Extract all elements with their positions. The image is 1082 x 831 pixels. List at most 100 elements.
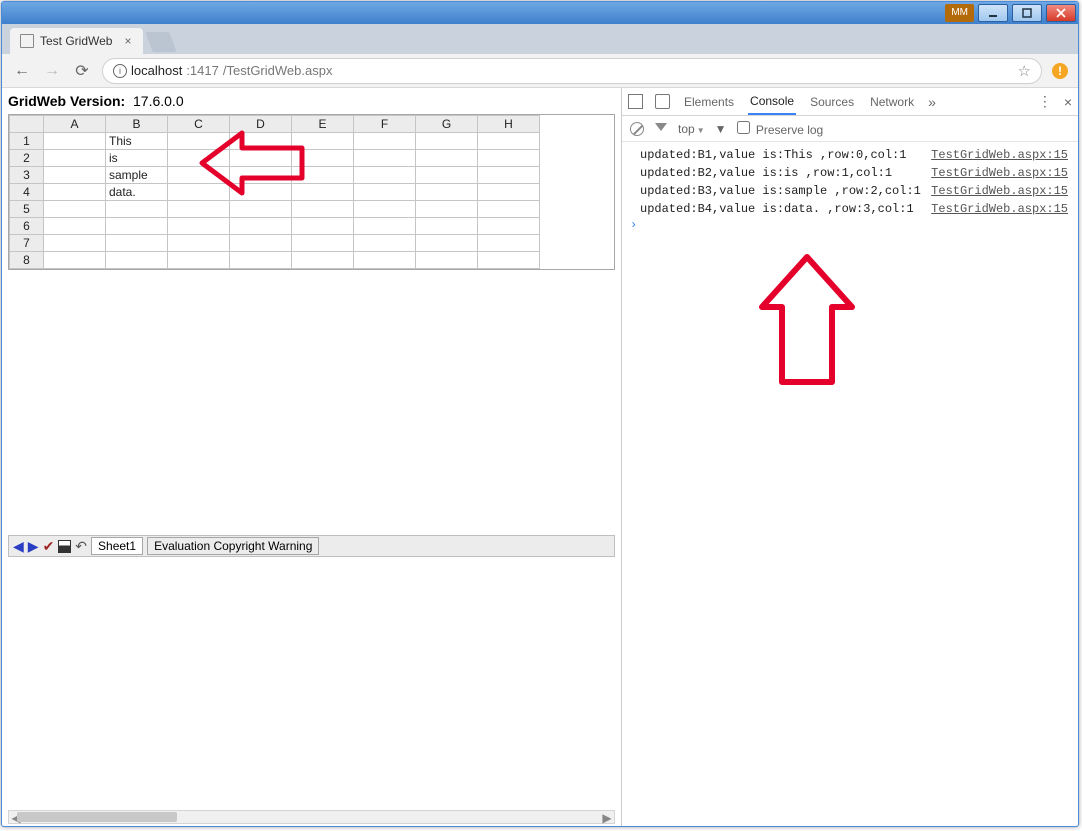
preserve-log-checkbox[interactable] [737, 121, 750, 134]
cell[interactable] [292, 252, 354, 269]
cell[interactable] [416, 150, 478, 167]
device-mode-icon[interactable] [655, 94, 670, 109]
cell[interactable] [354, 167, 416, 184]
devtools-settings-icon[interactable]: ⋮ [1038, 93, 1052, 110]
col-header[interactable]: B [106, 116, 168, 133]
tab-close-icon[interactable]: × [124, 34, 131, 48]
cell[interactable] [292, 201, 354, 218]
row-header[interactable]: 8 [10, 252, 44, 269]
devtools-tab-sources[interactable]: Sources [808, 90, 856, 114]
save-icon[interactable] [58, 540, 71, 553]
cell[interactable] [44, 252, 106, 269]
cell[interactable] [44, 167, 106, 184]
cell[interactable] [106, 235, 168, 252]
cell[interactable] [416, 218, 478, 235]
cell[interactable] [354, 235, 416, 252]
devtools-close-icon[interactable]: × [1064, 94, 1072, 110]
maximize-button[interactable] [1012, 4, 1042, 22]
devtools-tab-network[interactable]: Network [868, 90, 916, 114]
scrollbar-thumb[interactable] [17, 812, 177, 822]
cell[interactable] [292, 184, 354, 201]
cell[interactable] [416, 167, 478, 184]
cell[interactable] [416, 184, 478, 201]
cell[interactable] [354, 184, 416, 201]
cell[interactable] [168, 167, 230, 184]
address-bar[interactable]: i localhost:1417/TestGridWeb.aspx ☆ [102, 58, 1042, 84]
context-dropdown[interactable]: top [678, 122, 705, 136]
log-source-link[interactable]: TestGridWeb.aspx:15 [931, 202, 1068, 216]
bookmark-icon[interactable]: ☆ [1018, 62, 1031, 80]
cell[interactable] [168, 133, 230, 150]
sheet-tab-warning[interactable]: Evaluation Copyright Warning [147, 537, 319, 555]
cell[interactable] [292, 218, 354, 235]
cell[interactable] [478, 184, 540, 201]
cell[interactable] [354, 150, 416, 167]
cell[interactable] [230, 218, 292, 235]
cell[interactable] [478, 252, 540, 269]
row-header[interactable]: 3 [10, 167, 44, 184]
filter-icon[interactable] [654, 123, 668, 135]
cell[interactable] [416, 252, 478, 269]
cell[interactable] [230, 201, 292, 218]
cell[interactable] [106, 252, 168, 269]
cell[interactable]: is [106, 150, 168, 167]
horizontal-scrollbar[interactable]: ◀ ▶ [8, 810, 615, 824]
devtools-tab-console[interactable]: Console [748, 89, 796, 115]
cell[interactable] [44, 218, 106, 235]
col-header[interactable]: C [168, 116, 230, 133]
log-source-link[interactable]: TestGridWeb.aspx:15 [931, 166, 1068, 180]
cell[interactable]: data. [106, 184, 168, 201]
col-header[interactable]: E [292, 116, 354, 133]
console-prompt[interactable]: › [622, 218, 1078, 232]
row-header[interactable]: 7 [10, 235, 44, 252]
cell[interactable] [478, 201, 540, 218]
row-header[interactable]: 1 [10, 133, 44, 150]
col-header[interactable]: G [416, 116, 478, 133]
cell[interactable] [44, 184, 106, 201]
cell[interactable] [478, 218, 540, 235]
new-tab-button[interactable] [146, 32, 177, 52]
col-header[interactable]: H [478, 116, 540, 133]
minimize-button[interactable] [978, 4, 1008, 22]
devtools-tab-elements[interactable]: Elements [682, 90, 736, 114]
reload-button[interactable]: ⟳ [72, 61, 92, 81]
cell[interactable] [478, 167, 540, 184]
row-header[interactable]: 5 [10, 201, 44, 218]
cell[interactable] [354, 218, 416, 235]
level-dropdown-icon[interactable]: ▼ [715, 122, 727, 136]
back-button[interactable]: ← [12, 61, 32, 81]
cell[interactable] [44, 201, 106, 218]
col-header[interactable]: F [354, 116, 416, 133]
cell[interactable] [44, 235, 106, 252]
cell[interactable] [230, 184, 292, 201]
cell[interactable] [106, 218, 168, 235]
next-sheet-icon[interactable]: ▶ [28, 538, 39, 555]
col-header[interactable]: A [44, 116, 106, 133]
cell[interactable] [230, 252, 292, 269]
close-button[interactable] [1046, 4, 1076, 22]
cell[interactable] [416, 201, 478, 218]
inspect-icon[interactable] [628, 94, 643, 109]
log-source-link[interactable]: TestGridWeb.aspx:15 [931, 148, 1068, 162]
col-header[interactable]: D [230, 116, 292, 133]
forward-button[interactable]: → [42, 61, 62, 81]
browser-tab[interactable]: Test GridWeb × [10, 28, 143, 54]
cell[interactable] [292, 167, 354, 184]
cell[interactable] [44, 150, 106, 167]
cell[interactable]: sample [106, 167, 168, 184]
cell[interactable] [292, 235, 354, 252]
prev-sheet-icon[interactable]: ◀ [13, 538, 24, 555]
cell[interactable] [416, 133, 478, 150]
cell[interactable] [168, 184, 230, 201]
cell[interactable] [230, 235, 292, 252]
cell[interactable] [478, 133, 540, 150]
cell[interactable] [168, 150, 230, 167]
row-header[interactable]: 4 [10, 184, 44, 201]
cell[interactable] [416, 235, 478, 252]
spreadsheet[interactable]: A B C D E F G H 1This2is3sample4data.567… [8, 114, 615, 270]
cell[interactable] [168, 218, 230, 235]
cell[interactable] [44, 133, 106, 150]
cell[interactable] [292, 150, 354, 167]
preserve-log-toggle[interactable]: Preserve log [737, 121, 824, 137]
row-header[interactable]: 6 [10, 218, 44, 235]
